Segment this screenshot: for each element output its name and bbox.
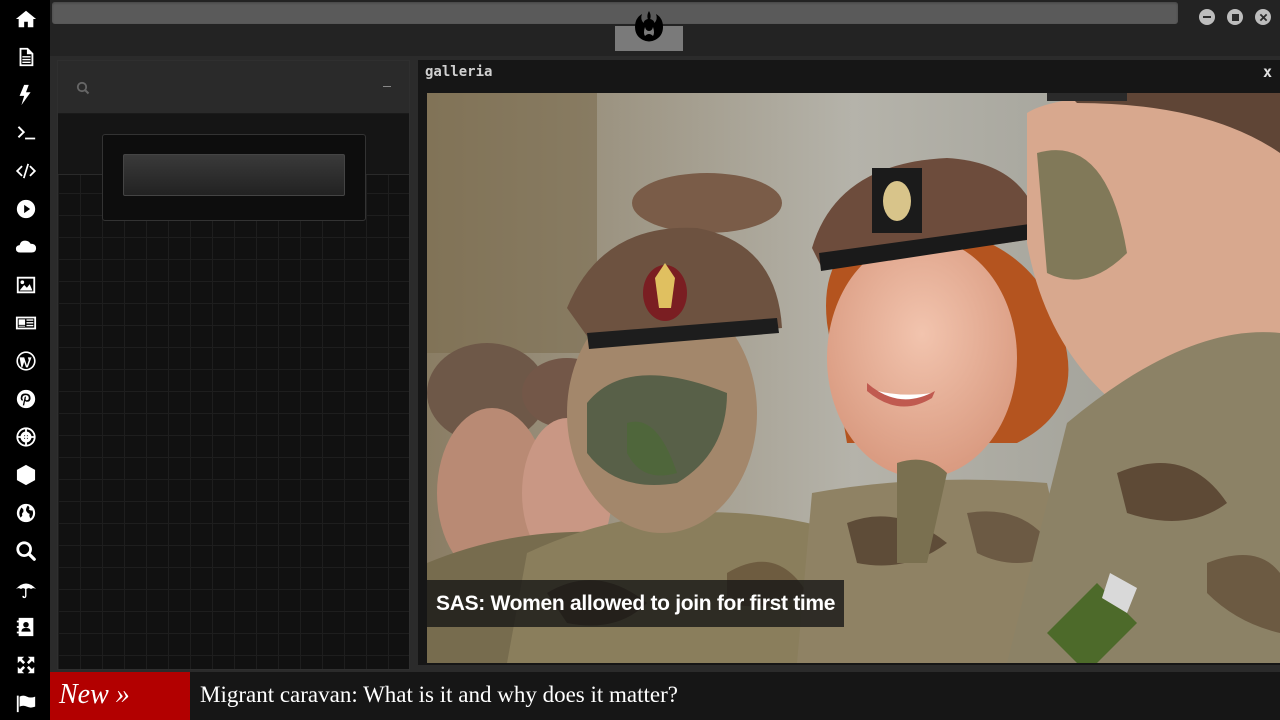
search-input[interactable]	[123, 154, 345, 196]
umbrella-icon[interactable]	[13, 576, 39, 602]
rebel-alliance-icon	[631, 9, 667, 45]
cloud-icon[interactable]	[13, 234, 39, 260]
flag-icon[interactable]	[13, 690, 39, 716]
code-icon[interactable]	[13, 158, 39, 184]
minimize-window-button[interactable]	[1199, 9, 1215, 25]
gallery-photo[interactable]: SAS: Women allowed to join for first tim…	[427, 93, 1280, 663]
gallery-title: galleria	[425, 64, 493, 80]
panel-minimize-button[interactable]	[383, 86, 391, 87]
newspaper-icon[interactable]	[13, 310, 39, 336]
close-window-button[interactable]	[1255, 9, 1271, 25]
document-icon[interactable]	[13, 44, 39, 70]
expand-icon[interactable]	[13, 652, 39, 678]
gallery-close-button[interactable]: x	[1263, 63, 1272, 81]
play-icon[interactable]	[13, 196, 39, 222]
lightning-icon[interactable]	[13, 82, 39, 108]
maximize-window-button[interactable]	[1227, 9, 1243, 25]
image-icon[interactable]	[13, 272, 39, 298]
ticker-label[interactable]: New »	[50, 672, 190, 720]
gallery-caption[interactable]: SAS: Women allowed to join for first tim…	[427, 580, 845, 627]
search-box	[102, 134, 366, 221]
address-bar[interactable]	[52, 2, 1178, 24]
contact-book-icon[interactable]	[13, 614, 39, 640]
news-ticker: New » Migrant caravan: What is it and wh…	[50, 672, 1280, 720]
search-icon	[75, 80, 91, 96]
pinterest-icon[interactable]	[13, 386, 39, 412]
wordpress-icon[interactable]	[13, 348, 39, 374]
galactic-empire-icon[interactable]	[13, 424, 39, 450]
polyhedron-icon[interactable]	[13, 462, 39, 488]
search-panel	[57, 60, 410, 670]
ticker-headline[interactable]: Migrant caravan: What is it and why does…	[200, 672, 678, 720]
home-icon[interactable]	[13, 6, 39, 32]
globe-icon[interactable]	[13, 500, 39, 526]
terminal-icon[interactable]	[13, 120, 39, 146]
sidebar	[0, 0, 50, 720]
gallery-window: galleria x SAS: Women allowed to join fo…	[418, 60, 1280, 665]
search-panel-header	[58, 61, 409, 114]
search-icon[interactable]	[13, 538, 39, 564]
